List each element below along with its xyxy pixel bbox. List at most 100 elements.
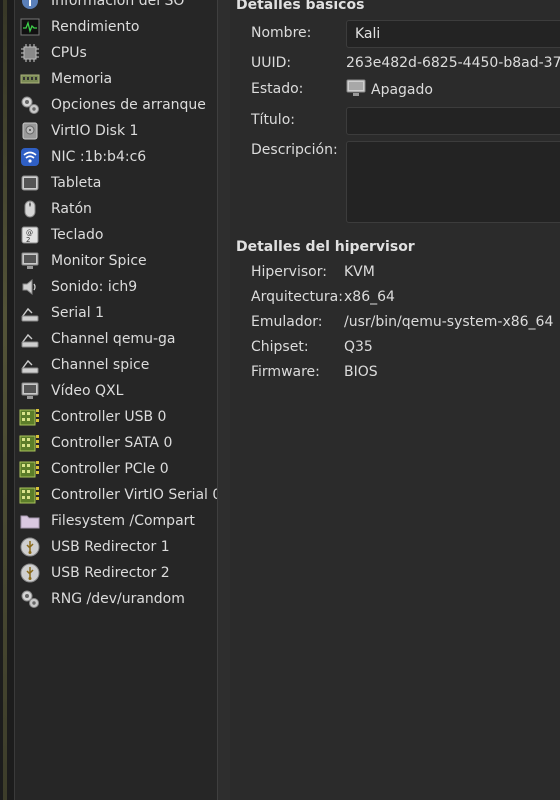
hypervisor-label: Hipervisor: [251,264,327,280]
speaker-icon [19,276,41,298]
firmware-value: BIOS [344,364,378,380]
title-field[interactable] [346,107,560,135]
hypervisor-value: KVM [344,264,375,280]
basic-details-heading: Detalles básicos [236,0,365,13]
sidebar-item-label: Tableta [51,175,102,191]
sidebar-item-rng[interactable]: RNG /dev/urandom [15,586,217,612]
controller-icon [19,432,41,454]
tablet-icon [19,172,41,194]
sidebar-item-label: CPUs [51,45,87,61]
controller-icon [19,484,41,506]
sidebar-item-serial[interactable]: Serial 1 [15,300,217,326]
title-label: Título: [251,112,295,128]
sidebar-item-label: RNG /dev/urandom [51,591,185,607]
sidebar-item-label: Controller VirtIO Serial 0 [51,487,218,503]
network-icon [19,146,41,168]
cpu-chip-icon [19,42,41,64]
sidebar-item-filesystem[interactable]: Filesystem /Compart [15,508,217,534]
sidebar-item-label: Memoria [51,71,113,87]
sidebar-item-label: Controller PCIe 0 [51,461,169,477]
mouse-icon [19,198,41,220]
state-value: Apagado [371,82,433,98]
sidebar-item-label: Ratón [51,201,92,217]
sidebar-item-label: Teclado [51,227,104,243]
sidebar-item-nic[interactable]: NIC :1b:b4:c6 [15,144,217,170]
svg-text:2: 2 [26,236,30,244]
sidebar-item-label: Channel qemu-ga [51,331,176,347]
sidebar-item-label: USB Redirector 2 [51,565,170,581]
sidebar-item-channel-spice[interactable]: Channel spice [15,352,217,378]
architecture-value: x86_64 [344,289,395,305]
sidebar-item-label: Serial 1 [51,305,104,321]
state-indicator: Apagado [346,79,433,101]
sidebar-item-label: Channel spice [51,357,150,373]
info-icon [19,0,41,12]
sidebar-item-controller-sata[interactable]: Controller SATA 0 [15,430,217,456]
architecture-label: Arquitectura: [251,289,343,305]
emulator-value: /usr/bin/qemu-system-x86_64 [344,314,554,330]
firmware-label: Firmware: [251,364,320,380]
folder-icon [19,510,41,532]
sidebar-item-controller-virtio-serial[interactable]: Controller VirtIO Serial 0 [15,482,217,508]
sidebar-item-label: Monitor Spice [51,253,147,269]
video-icon [19,380,41,402]
sidebar-item-controller-pcie[interactable]: Controller PCIe 0 [15,456,217,482]
sidebar-item-boot-options[interactable]: Opciones de arranque [15,92,217,118]
sidebar-item-label: Rendimiento [51,19,140,35]
description-field[interactable] [346,141,560,223]
uuid-value: 263e482d-6825-4450-b8ad-37 [346,55,560,71]
sidebar-item-label: Controller SATA 0 [51,435,173,451]
state-label: Estado: [251,81,304,97]
usb-icon [19,562,41,584]
chipset-label: Chipset: [251,339,309,355]
window-edge [0,0,14,800]
sidebar-item-label: Opciones de arranque [51,97,206,113]
uuid-label: UUID: [251,55,292,71]
sidebar-item-performance[interactable]: Rendimiento [15,14,217,40]
sidebar-item-controller-usb[interactable]: Controller USB 0 [15,404,217,430]
channel-icon [19,354,41,376]
sidebar-item-label: Filesystem /Compart [51,513,195,529]
sidebar-item-mouse[interactable]: Ratón [15,196,217,222]
sidebar-item-usb-redirector-2[interactable]: USB Redirector 2 [15,560,217,586]
vm-details-window: Información del SO Rendimiento CPUs Memo… [0,0,560,800]
sidebar-item-channel-qemu-ga[interactable]: Channel qemu-ga [15,326,217,352]
sidebar-item-sound[interactable]: Sonido: ich9 [15,274,217,300]
name-label: Nombre: [251,25,312,41]
emulator-label: Emulador: [251,314,323,330]
sidebar-item-cpus[interactable]: CPUs [15,40,217,66]
shutoff-monitor-icon [346,79,366,101]
details-panel: Detalles básicos Nombre: Kali UUID: 263e… [218,0,560,800]
sidebar-item-virtio-disk[interactable]: VirtIO Disk 1 [15,118,217,144]
sidebar-item-label: USB Redirector 1 [51,539,170,555]
sidebar-item-monitor-spice[interactable]: Monitor Spice [15,248,217,274]
usb-icon [19,536,41,558]
gears-icon [19,94,41,116]
keyboard-icon: @2 [19,224,41,246]
sidebar-item-os-info[interactable]: Información del SO [15,0,217,14]
disk-icon [19,120,41,142]
sidebar-item-tablet[interactable]: Tableta [15,170,217,196]
sidebar-item-label: NIC :1b:b4:c6 [51,149,147,165]
controller-icon [19,406,41,428]
sidebar-item-label: Vídeo QXL [51,383,124,399]
serial-icon [19,302,41,324]
sidebar-item-label: Información del SO [51,0,185,9]
sidebar-item-label: Controller USB 0 [51,409,167,425]
sidebar-item-label: VirtIO Disk 1 [51,123,139,139]
hardware-sidebar[interactable]: Información del SO Rendimiento CPUs Memo… [14,0,218,800]
sidebar-item-memory[interactable]: Memoria [15,66,217,92]
sidebar-item-keyboard[interactable]: @2 Teclado [15,222,217,248]
memory-module-icon [19,68,41,90]
controller-icon [19,458,41,480]
name-field[interactable]: Kali [346,20,560,48]
performance-graph-icon [19,16,41,38]
monitor-icon [19,250,41,272]
hardware-list: Información del SO Rendimiento CPUs Memo… [15,0,217,612]
sidebar-item-label: Sonido: ich9 [51,279,138,295]
channel-icon [19,328,41,350]
chipset-value: Q35 [344,339,373,355]
description-label: Descripción: [251,142,338,158]
sidebar-item-usb-redirector-1[interactable]: USB Redirector 1 [15,534,217,560]
sidebar-item-video-qxl[interactable]: Vídeo QXL [15,378,217,404]
